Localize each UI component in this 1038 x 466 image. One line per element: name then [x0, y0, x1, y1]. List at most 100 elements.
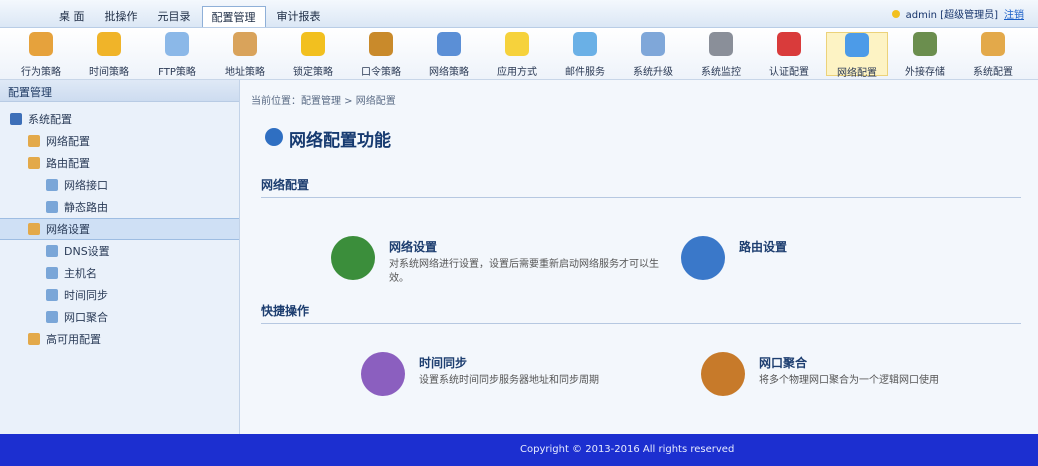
tree-item[interactable]: DNS设置	[0, 240, 239, 262]
toolbar-button-0[interactable]: 行为策略	[10, 32, 72, 78]
toolbar-button-10[interactable]: 系统监控	[690, 32, 752, 78]
folder-icon	[28, 157, 40, 169]
tree-item-label: 高可用配置	[46, 333, 101, 346]
lock-policy-icon	[301, 32, 325, 56]
section-network: 网络配置	[261, 176, 1021, 198]
nav-tree: 系统配置网络配置 路由配置网络接口静态路由网络设置 DNS设置主机名时间同步网口聚合…	[0, 102, 239, 350]
toolbar-label: 应用方式	[497, 67, 537, 78]
card-title: 时间同步	[419, 356, 468, 370]
card-network-settings[interactable]: 网络设置 对系统网络进行设置，设置后需要重新启动网络服务才可以生效。	[331, 236, 661, 296]
card-title: 网络设置	[389, 240, 438, 254]
port-aggregation-icon	[701, 352, 745, 396]
toolbar-label: 行为策略	[21, 67, 61, 78]
toolbar-button-14[interactable]: 系统配置	[962, 32, 1024, 78]
system-config-icon	[981, 32, 1005, 56]
toolbar-button-3[interactable]: 地址策略	[214, 32, 276, 78]
logout-link[interactable]: 注销	[1004, 6, 1024, 21]
tree-item-label: 系统配置	[28, 113, 72, 126]
toolbar-label: 锁定策略	[293, 67, 333, 78]
toolbar-label: 系统升级	[633, 67, 673, 78]
tree-item[interactable]: 时间同步	[0, 284, 239, 306]
menu-item-4[interactable]: 审计报表	[268, 6, 330, 24]
card-desc: 对系统网络进行设置，设置后需要重新启动网络服务才可以生效。	[389, 259, 659, 284]
user-icon	[891, 9, 900, 18]
section-head-shortcut: 快捷操作	[261, 302, 1021, 324]
card-title: 网口聚合	[759, 356, 808, 370]
tree-item[interactable]: 高可用配置	[0, 328, 239, 350]
toolbar-label: 外接存储	[905, 67, 945, 78]
tree-item[interactable]: 静态路由	[0, 196, 239, 218]
toolbar-button-2[interactable]: FTP策略	[146, 32, 208, 78]
folder-icon	[28, 223, 40, 235]
tree-item-label: 网络接口	[64, 179, 108, 192]
toolbar-label: 认证配置	[769, 67, 809, 78]
external-storage-icon	[913, 32, 937, 56]
menu-item-0[interactable]: 桌 面	[50, 6, 94, 24]
tree-item[interactable]: 系统配置	[0, 108, 239, 130]
toolbar-button-5[interactable]: 口令策略	[350, 32, 412, 78]
route-settings-icon	[681, 236, 725, 280]
card-desc: 将多个物理网口聚合为一个逻辑网口使用	[759, 375, 939, 386]
toolbar-button-7[interactable]: 应用方式	[486, 32, 548, 78]
folder-icon	[46, 267, 58, 279]
toolbar-button-11[interactable]: 认证配置	[758, 32, 820, 78]
tree-item[interactable]: 网络接口	[0, 174, 239, 196]
tree-item[interactable]: 主机名	[0, 262, 239, 284]
folder-icon	[10, 113, 22, 125]
password-policy-icon	[369, 32, 393, 56]
tree-item-label: 时间同步	[64, 289, 108, 302]
menu-item-1[interactable]: 批操作	[96, 6, 147, 24]
page-title: 网络配置功能	[289, 131, 391, 151]
tree-item[interactable]: 网络配置	[0, 130, 239, 152]
app-mode-icon	[505, 32, 529, 56]
folder-icon	[46, 179, 58, 191]
tree-item-label: 网口聚合	[64, 311, 108, 324]
toolbar-button-8[interactable]: 邮件服务	[554, 32, 616, 78]
network-policy-icon	[437, 32, 461, 56]
menu-item-2[interactable]: 元目录	[149, 6, 200, 24]
card-time-sync[interactable]: 时间同步 设置系统时间同步服务器地址和同步周期	[361, 352, 691, 412]
menu-item-3[interactable]: 配置管理	[201, 6, 266, 27]
tree-item-label: 网络设置	[46, 223, 90, 236]
copyright-text: Copyright © 2013-2016 All rights reserve…	[520, 444, 735, 455]
folder-icon	[46, 289, 58, 301]
folder-icon	[46, 201, 58, 213]
current-user: admin [超级管理员]	[905, 10, 998, 21]
network-config-icon	[845, 33, 869, 57]
toolbar-button-9[interactable]: 系统升级	[622, 32, 684, 78]
time-sync-icon	[361, 352, 405, 396]
address-policy-icon	[233, 32, 257, 56]
card-port-aggregation[interactable]: 网口聚合 将多个物理网口聚合为一个逻辑网口使用	[701, 352, 1031, 412]
config-toolbar: 行为策略 时间策略 FTP策略 地址策略 锁定策略 口令策略 网络策略 应用方式 邮件服务 系统升…	[0, 28, 1038, 80]
network-settings-icon	[331, 236, 375, 280]
toolbar-label: FTP策略	[158, 67, 196, 78]
main-area: 配置管理 系统配置 网络配置 路由配置 网络接口 静态路由 网络设置 DNS设置 主机名 时间同…	[0, 80, 1038, 466]
toolbar-button-12[interactable]: 网络配置	[826, 32, 888, 79]
user-area: admin [超级管理员] 注销	[891, 6, 1024, 21]
card-route-settings[interactable]: 路由设置	[681, 236, 1011, 296]
mail-service-icon	[573, 32, 597, 56]
tree-item-label: 静态路由	[64, 201, 108, 214]
toolbar-label: 地址策略	[225, 67, 265, 78]
breadcrumb: 当前位置：配置管理 > 网络配置	[251, 96, 396, 107]
top-menu-bar: 桌 面批操作 元目录 配置管理 审计报表 admin [超级管理员] 注销	[0, 0, 1038, 28]
folder-icon	[28, 333, 40, 345]
card-desc: 设置系统时间同步服务器地址和同步周期	[419, 375, 599, 386]
tree-item[interactable]: 路由配置	[0, 152, 239, 174]
time-policy-icon	[97, 32, 121, 56]
tree-item[interactable]: 网口聚合	[0, 306, 239, 328]
section-head-network: 网络配置	[261, 176, 1021, 198]
toolbar-label: 口令策略	[361, 67, 401, 78]
title-icon	[265, 128, 283, 146]
toolbar-label: 系统监控	[701, 67, 741, 78]
toolbar-button-1[interactable]: 时间策略	[78, 32, 140, 78]
toolbar-button-13[interactable]: 外接存储	[894, 32, 956, 78]
tree-item[interactable]: 网络设置	[0, 218, 239, 240]
toolbar-button-4[interactable]: 锁定策略	[282, 32, 344, 78]
tree-item-label: DNS设置	[64, 245, 110, 258]
toolbar-button-6[interactable]: 网络策略	[418, 32, 480, 78]
folder-icon	[46, 311, 58, 323]
toolbar-label: 网络配置	[837, 68, 877, 79]
system-upgrade-icon	[641, 32, 665, 56]
toolbar-label: 时间策略	[89, 67, 129, 78]
